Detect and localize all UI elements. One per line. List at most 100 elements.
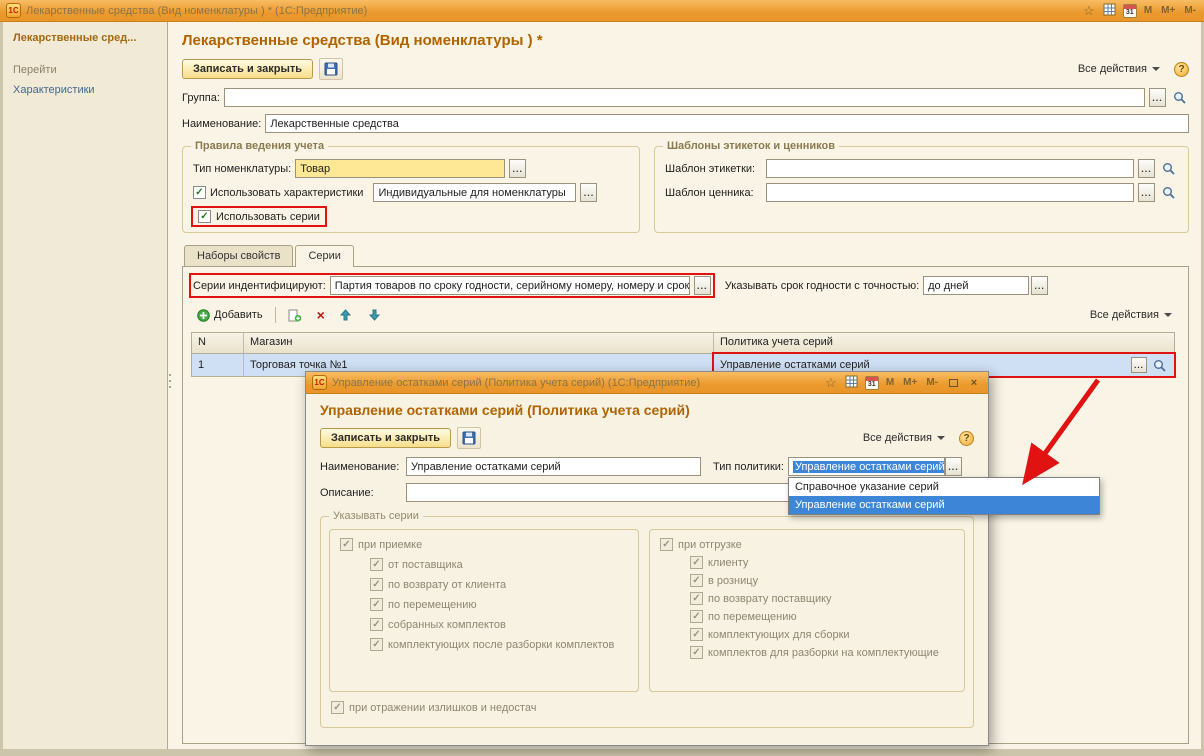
policy-open-button[interactable] — [1150, 357, 1168, 373]
dialog-help-button[interactable]: ? — [959, 431, 974, 446]
tab-property-sets[interactable]: Наборы свойств — [184, 245, 293, 266]
receipt-label: при приемке — [358, 539, 422, 551]
assembled-kits-label: собранных комплектов — [388, 619, 506, 631]
add-copy-button[interactable] — [282, 308, 308, 323]
grid-icon-svg — [845, 375, 858, 388]
series-identify-select-button[interactable]: ... — [694, 276, 711, 295]
use-characteristics-checkbox[interactable]: ✓ — [193, 186, 206, 199]
chevron-down-icon — [1152, 67, 1160, 71]
save-and-close-button[interactable]: Записать и закрыть — [182, 59, 313, 79]
dialog-save-button[interactable] — [457, 427, 481, 449]
1c-logo-icon: 1С — [6, 3, 21, 18]
calendar-icon-day: 31 — [868, 380, 876, 389]
cell-row-number[interactable]: 1 — [192, 354, 244, 376]
expiry-precision-select-button[interactable]: ... — [1031, 276, 1048, 295]
main-toolbar: Записать и закрыть Все действия ? — [182, 57, 1189, 81]
column-header-n[interactable]: N — [192, 333, 244, 353]
nomenclature-type-select-button[interactable]: ... — [509, 159, 526, 178]
dropdown-option-reference[interactable]: Справочное указание серий — [789, 478, 1099, 496]
sidebar: Лекарственные сред... Перейти Характерис… — [3, 22, 168, 749]
kits-for-disassembly-label: комплектов для разборки на комплектующие — [708, 647, 939, 659]
sidebar-current-object-link[interactable]: Лекарственные сред... — [13, 32, 157, 44]
grid-icon-svg — [1103, 3, 1116, 16]
favorites-star-icon[interactable]: ☆ — [1081, 4, 1097, 18]
check-icon: ✓ — [200, 212, 208, 222]
grid-icon[interactable] — [1102, 3, 1118, 19]
receipt-child-row: ✓ собранных комплектов — [370, 618, 628, 631]
group-select-button[interactable]: ... — [1149, 88, 1166, 107]
label-template-select-button[interactable]: ... — [1138, 159, 1155, 178]
dialog-all-actions-button[interactable]: Все действия — [855, 428, 953, 448]
dropdown-option-balance[interactable]: Управление остатками серий — [789, 496, 1099, 514]
price-template-row: Шаблон ценника: ... — [665, 183, 1178, 202]
tab-series[interactable]: Серии — [295, 245, 353, 267]
client-return-checkbox: ✓ — [370, 578, 383, 591]
move-up-button[interactable] — [334, 308, 357, 322]
series-list-toolbar: Добавить × Все действия — [191, 304, 1180, 326]
dialog-save-and-close-button[interactable]: Записать и закрыть — [320, 428, 451, 448]
add-row-button[interactable]: Добавить — [191, 308, 269, 323]
expiry-precision-input[interactable]: до дней — [923, 276, 1029, 295]
memory-m-button[interactable]: М — [1142, 4, 1154, 17]
series-identify-label: Серии индентифицируют: — [193, 280, 326, 292]
price-template-select-button[interactable]: ... — [1138, 183, 1155, 202]
dialog-name-input[interactable]: Управление остатками серий — [406, 457, 701, 476]
supplier-label: от поставщика — [388, 559, 463, 571]
toolbar-separator — [275, 307, 276, 323]
price-template-open-button[interactable] — [1159, 183, 1178, 202]
surplus-row: ✓ при отражении излишков и недостач — [331, 701, 965, 714]
check-icon: ✓ — [372, 560, 380, 570]
app-titlebar: 1С Лекарственные средства (Вид номенклат… — [0, 0, 1204, 22]
label-template-label: Шаблон этикетки: — [665, 163, 762, 175]
disassembled-parts-label: комплектующих после разборки комплектов — [388, 639, 614, 651]
dialog-titlebar[interactable]: 1С Управление остатками серий (Политика … — [306, 372, 988, 394]
magnifier-icon — [1153, 359, 1166, 372]
policy-type-input[interactable]: Управление остатками серий — [788, 457, 945, 476]
price-template-input[interactable] — [766, 183, 1134, 202]
delete-row-button[interactable]: × — [314, 309, 328, 321]
dialog-name-row: Наименование: Управление остатками серий… — [320, 457, 974, 476]
column-header-store[interactable]: Магазин — [244, 333, 714, 353]
retail-label: в розницу — [708, 575, 758, 587]
series-identify-input[interactable]: Партия товаров по сроку годности, серийн… — [330, 276, 690, 295]
help-button[interactable]: ? — [1174, 62, 1189, 77]
series-settings-row: Серии индентифицируют: Партия товаров по… — [191, 275, 1180, 296]
grid-icon[interactable] — [844, 375, 860, 391]
favorites-star-icon[interactable]: ☆ — [823, 376, 839, 390]
policy-type-select-button[interactable]: ... — [945, 457, 962, 476]
name-field-input[interactable]: Лекарственные средства — [265, 114, 1189, 133]
use-series-checkbox[interactable]: ✓ — [198, 210, 211, 223]
calendar-icon[interactable]: 31 — [1123, 4, 1137, 18]
label-template-input[interactable] — [766, 159, 1134, 178]
list-all-actions-button[interactable]: Все действия — [1082, 305, 1180, 325]
nomenclature-type-input[interactable]: Товар — [295, 159, 505, 178]
policy-select-button[interactable]: ... — [1131, 357, 1147, 373]
label-template-open-button[interactable] — [1159, 159, 1178, 178]
column-header-policy[interactable]: Политика учета серий — [714, 333, 1174, 353]
group-field-input[interactable] — [224, 88, 1145, 107]
parts-for-assembly-checkbox: ✓ — [690, 628, 703, 641]
all-actions-button[interactable]: Все действия — [1070, 59, 1168, 79]
save-button[interactable] — [319, 58, 343, 80]
shipment-child-row: ✓ по перемещению — [690, 610, 954, 623]
memory-m-button[interactable]: М — [884, 376, 896, 389]
memory-mminus-button[interactable]: М- — [1182, 4, 1198, 17]
memory-mplus-button[interactable]: М+ — [901, 376, 919, 389]
transfer-out-label: по перемещению — [708, 611, 797, 623]
maximize-button[interactable] — [945, 376, 961, 390]
group-open-button[interactable] — [1170, 88, 1189, 107]
characteristics-kind-select-button[interactable]: ... — [580, 183, 597, 202]
save-icon — [324, 62, 338, 76]
receipt-groupbox: ✓ при приемке ✓ от поставщика ✓ по возвр… — [329, 529, 639, 692]
close-button[interactable]: × — [966, 376, 982, 390]
magnifier-icon — [1173, 91, 1186, 104]
shipment-parent-row: ✓ при отгрузке — [660, 538, 954, 551]
calendar-icon[interactable]: 31 — [865, 376, 879, 390]
to-client-checkbox: ✓ — [690, 556, 703, 569]
memory-mplus-button[interactable]: М+ — [1159, 4, 1177, 17]
sidebar-item-characteristics[interactable]: Характеристики — [13, 84, 157, 96]
memory-mminus-button[interactable]: М- — [924, 376, 940, 389]
move-down-button[interactable] — [363, 308, 386, 322]
sidebar-goto-label: Перейти — [13, 64, 157, 76]
characteristics-kind-input[interactable]: Индивидуальные для номенклатуры — [373, 183, 576, 202]
